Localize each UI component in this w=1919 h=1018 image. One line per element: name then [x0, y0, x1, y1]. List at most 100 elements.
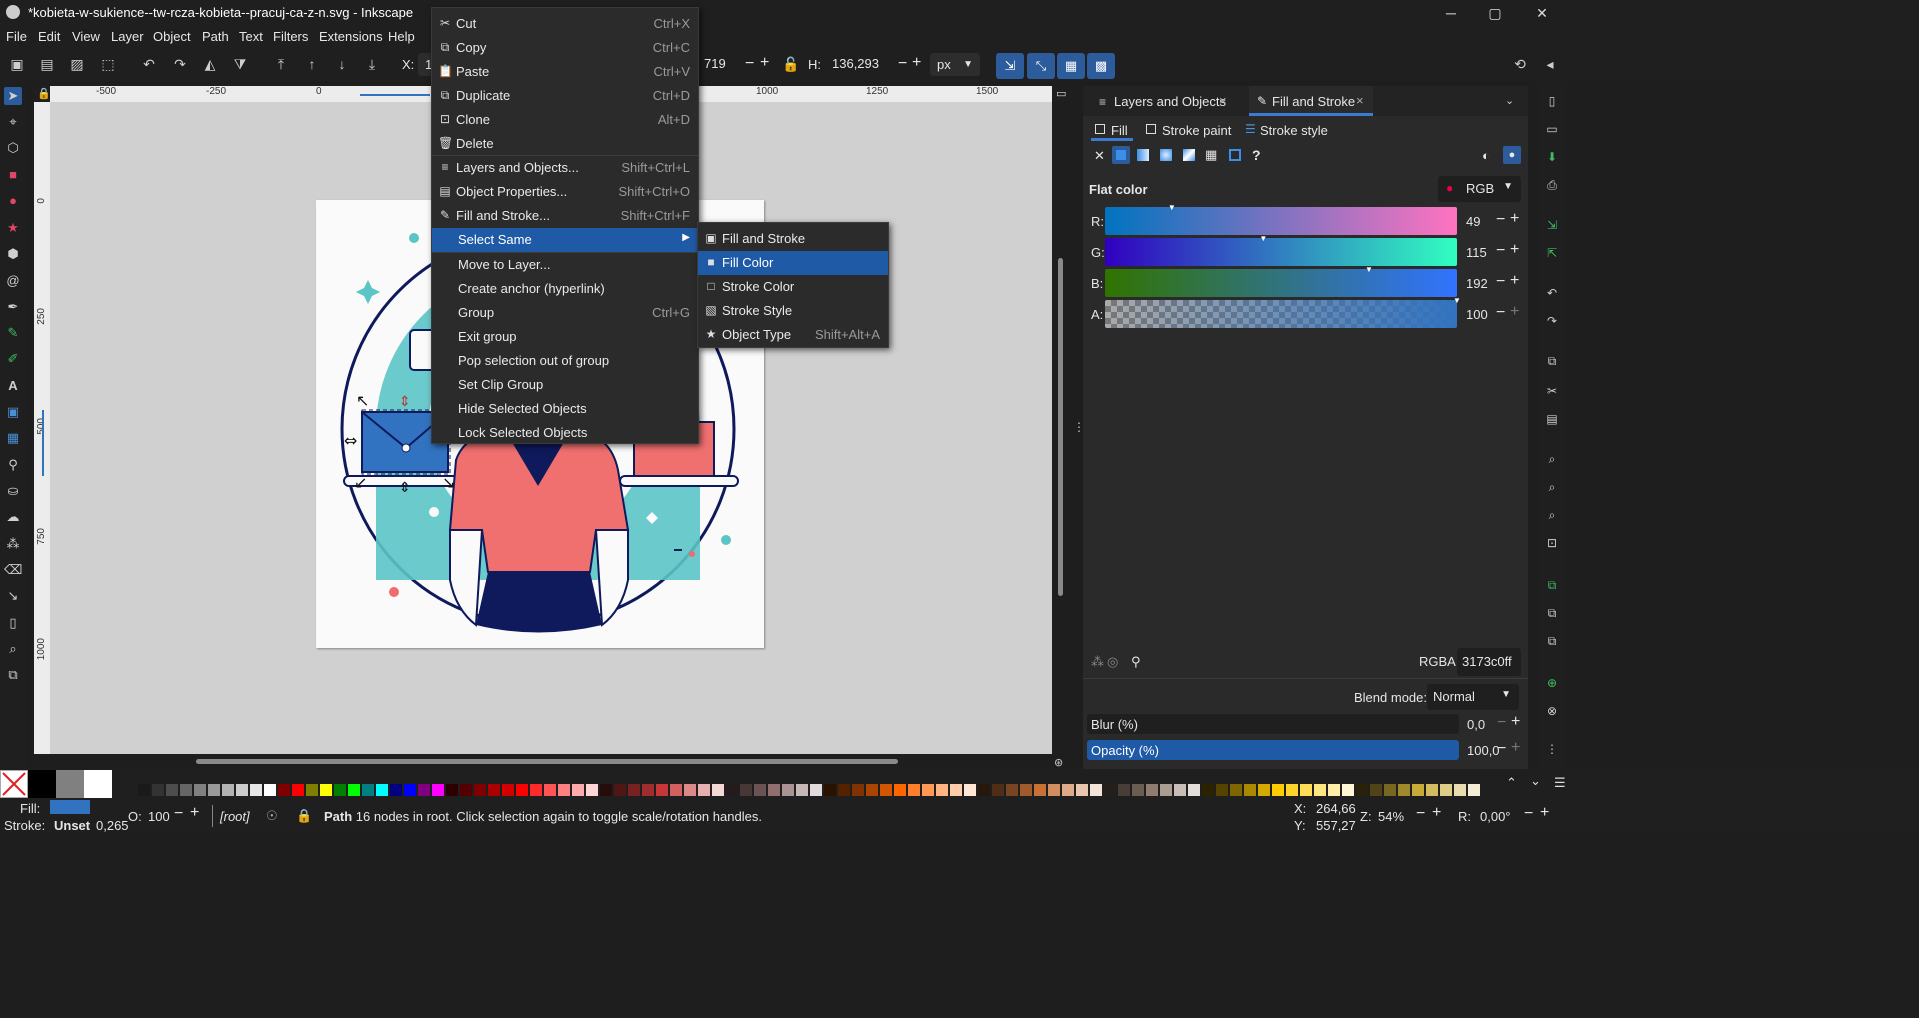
context-menu-item[interactable]: ✂ Cut Ctrl+X: [432, 12, 698, 36]
palette-swatch[interactable]: [782, 784, 794, 796]
rotation-input[interactable]: 0,00°: [1480, 809, 1511, 824]
palette-swatch[interactable]: [1174, 784, 1186, 796]
palette-swatch[interactable]: [754, 784, 766, 796]
zoom-in-button[interactable]: +: [1432, 804, 1441, 822]
context-menu-item[interactable]: ⧉ Duplicate Ctrl+D: [432, 84, 698, 108]
cut-icon[interactable]: ✂: [1544, 383, 1560, 399]
unit-select[interactable]: px ▼: [930, 53, 980, 76]
calligraphy-tool-icon[interactable]: ✐: [4, 350, 22, 368]
current-layer[interactable]: [root]: [220, 809, 250, 824]
palette-swatch[interactable]: [376, 784, 388, 796]
close-window-button[interactable]: ✕: [1519, 0, 1565, 26]
palette-swatch[interactable]: [180, 784, 192, 796]
horizontal-scrollbar[interactable]: [196, 759, 898, 764]
ellipse-tool-icon[interactable]: ●: [4, 192, 22, 210]
palette-swatch[interactable]: [992, 784, 1004, 796]
palette-swatch[interactable]: [236, 784, 248, 796]
context-menu-item[interactable]: 📋 Paste Ctrl+V: [432, 60, 698, 84]
maximize-button[interactable]: ▢: [1472, 0, 1518, 26]
color-palette-icon[interactable]: ⁂: [1091, 654, 1104, 670]
clone-icon[interactable]: ⧉: [1544, 605, 1560, 621]
gradient-tool-icon[interactable]: ▣: [4, 403, 22, 421]
context-menu-item[interactable]: Hide Selected Objects: [432, 397, 698, 421]
stroke-width[interactable]: 0,265: [96, 818, 129, 833]
opacity-slider[interactable]: Opacity (%): [1087, 740, 1459, 760]
zoom-page-width-icon[interactable]: ⊡: [1544, 535, 1560, 551]
palette-swatch[interactable]: [1440, 784, 1452, 796]
submenu-item[interactable]: ■ Fill Color: [698, 251, 888, 275]
width-input[interactable]: 719: [698, 53, 744, 76]
palette-swatch[interactable]: [488, 784, 500, 796]
pattern-icon[interactable]: ▦: [1205, 147, 1217, 163]
palette-swatch[interactable]: [1160, 784, 1172, 796]
palette-swatch[interactable]: [1342, 784, 1354, 796]
stroke-indicator[interactable]: Unset: [54, 818, 90, 833]
x-input[interactable]: 10: [418, 53, 439, 76]
palette-swatch[interactable]: [824, 784, 836, 796]
blur-minus-button[interactable]: −: [1497, 714, 1506, 732]
palette-swatch[interactable]: [530, 784, 542, 796]
deselect-icon[interactable]: ▨: [67, 54, 87, 74]
palette-swatch[interactable]: [1426, 784, 1438, 796]
lock-icon[interactable]: 🔓: [781, 54, 801, 74]
channel-value-input[interactable]: 115− +: [1460, 238, 1523, 266]
spiral-tool-icon[interactable]: @: [4, 272, 22, 290]
palette-swatch[interactable]: [712, 784, 724, 796]
channel-slider[interactable]: ▼: [1105, 234, 1457, 266]
rotate-cw-icon[interactable]: ↷: [170, 54, 190, 74]
palette-swatch[interactable]: [1258, 784, 1270, 796]
palette-swatch[interactable]: [726, 784, 738, 796]
raise-icon[interactable]: ↑: [302, 54, 322, 74]
palette-swatch[interactable]: [698, 784, 710, 796]
submenu-item[interactable]: □ Stroke Color: [698, 275, 888, 299]
channel-plus-button[interactable]: +: [1510, 303, 1519, 321]
no-paint-swatch[interactable]: [0, 770, 28, 798]
palette-menu-icon[interactable]: ☰: [1554, 775, 1566, 791]
palette-swatch[interactable]: [880, 784, 892, 796]
eyedropper-icon[interactable]: ⚲: [1131, 654, 1141, 670]
dropper-tool-icon[interactable]: ⚲: [4, 456, 22, 474]
context-menu-item[interactable]: ✎ Fill and Stroke... Shift+Ctrl+F: [432, 204, 698, 228]
node-tool-icon[interactable]: ⌖: [4, 113, 22, 131]
palette-swatch[interactable]: [390, 784, 402, 796]
palette-swatch[interactable]: [1034, 784, 1046, 796]
palette-swatch[interactable]: [1048, 784, 1060, 796]
menu-file[interactable]: File: [6, 29, 27, 44]
palette-swatch[interactable]: [1286, 784, 1298, 796]
connector-tool-icon[interactable]: ↘: [4, 587, 22, 605]
palette-swatch[interactable]: [1062, 784, 1074, 796]
close-tab-icon[interactable]: ×: [1356, 93, 1364, 108]
palette-swatch[interactable]: [474, 784, 486, 796]
color-mode-select[interactable]: ● RGB ▼: [1438, 176, 1521, 202]
gray-swatch[interactable]: [56, 770, 84, 798]
select-all-icon[interactable]: ▣: [7, 54, 27, 74]
save-icon[interactable]: ⬇: [1544, 149, 1560, 165]
context-menu-item[interactable]: Move to Layer...: [432, 253, 698, 277]
fill-rule-nonzero-icon[interactable]: ●: [1503, 146, 1521, 164]
palette-swatch[interactable]: [418, 784, 430, 796]
shape-builder-icon[interactable]: ⬡: [4, 139, 22, 157]
flip-vertical-icon[interactable]: ⧩: [230, 54, 250, 74]
move-patterns-button[interactable]: ▩: [1087, 53, 1115, 79]
channel-value-input[interactable]: 192− +: [1460, 269, 1523, 297]
palette-swatch[interactable]: [362, 784, 374, 796]
ungroup-icon[interactable]: ⊗: [1544, 703, 1560, 719]
palette-swatch[interactable]: [516, 784, 528, 796]
menu-extensions[interactable]: Extensions: [319, 29, 383, 44]
menu-object[interactable]: Object: [153, 29, 191, 44]
panel-handle-icon[interactable]: ⋮: [1073, 420, 1085, 436]
layer-lock-icon[interactable]: 🔒: [296, 808, 312, 824]
color-management-icon[interactable]: ⊛: [1054, 756, 1070, 770]
opacity-input[interactable]: 100: [146, 805, 172, 827]
channel-slider[interactable]: ▼: [1105, 296, 1461, 328]
swatch-icon[interactable]: [1229, 149, 1241, 161]
context-menu-item[interactable]: Exit group: [432, 325, 698, 349]
opacity-minus-button[interactable]: −: [174, 805, 183, 823]
submenu-item[interactable]: ★ Object Type Shift+Alt+A: [698, 323, 888, 347]
print-icon[interactable]: ⎙: [1544, 177, 1560, 193]
height-input[interactable]: 136,293: [826, 53, 898, 76]
context-menu-item[interactable]: ≡ Layers and Objects... Shift+Ctrl+L: [432, 156, 698, 180]
context-menu-item[interactable]: ⧉ Copy Ctrl+C: [432, 36, 698, 60]
palette-swatch[interactable]: [194, 784, 206, 796]
fill-rule-evenodd-icon[interactable]: ◐: [1482, 148, 1490, 163]
